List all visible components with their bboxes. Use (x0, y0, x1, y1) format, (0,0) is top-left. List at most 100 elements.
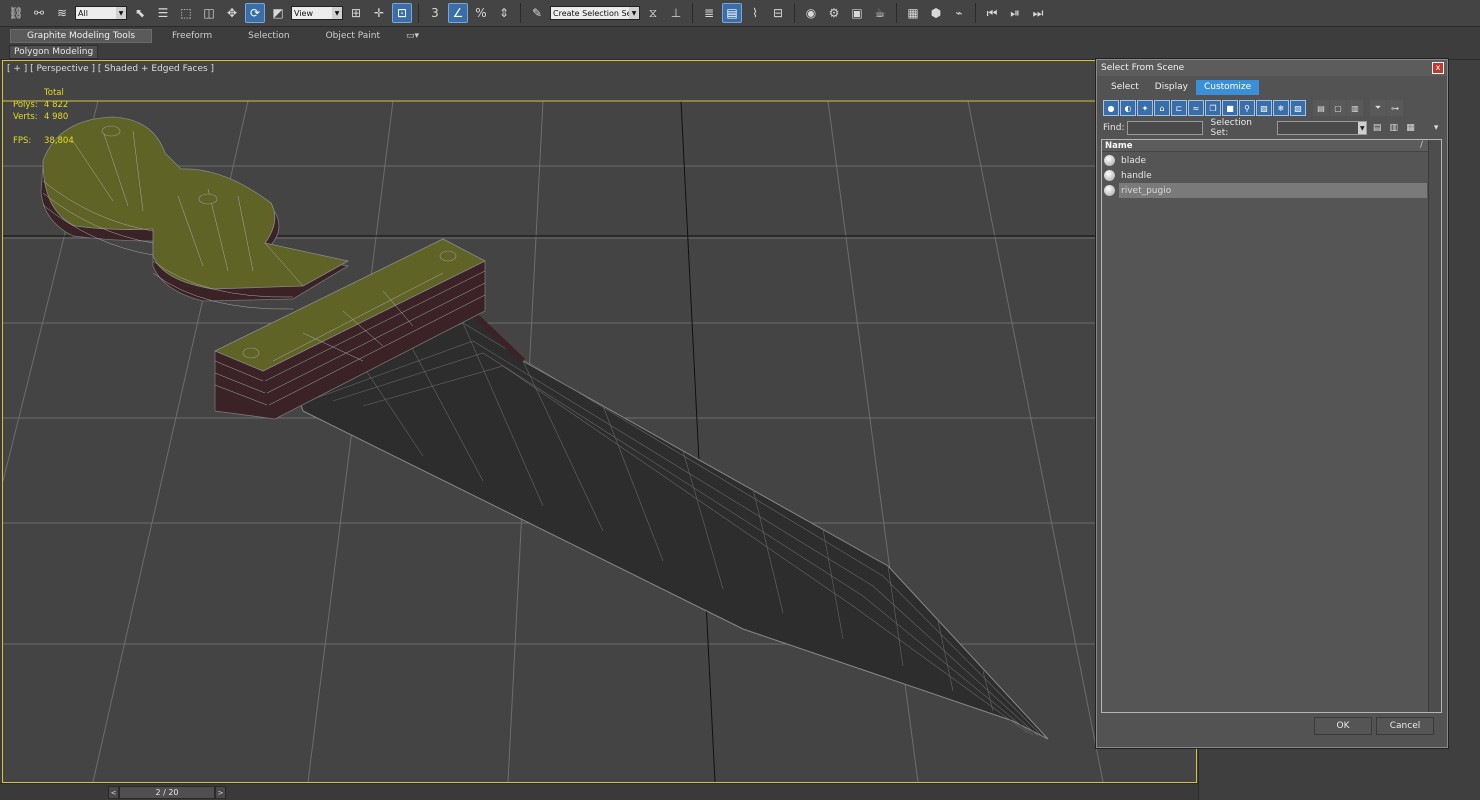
tab-object-paint[interactable]: Object Paint (310, 29, 396, 43)
select-none-icon[interactable]: ▢ (1330, 100, 1346, 116)
select-by-name-icon[interactable]: ☰ (153, 3, 173, 23)
add-to-selection-set-icon[interactable]: ▥ (1387, 121, 1401, 135)
layer-manager-icon[interactable]: ≣ (699, 3, 719, 23)
menu-select[interactable]: Select (1103, 80, 1147, 95)
sort-indicator-icon: / (1420, 140, 1423, 150)
select-all-icon[interactable]: ▤ (1313, 100, 1329, 116)
spinner-snap-icon[interactable]: ⇕ (494, 3, 514, 23)
list-item[interactable]: blade (1103, 153, 1427, 168)
stats-verts-row: Verts: 4 980 (13, 111, 74, 123)
schematic-view-icon[interactable]: ⊟ (768, 3, 788, 23)
keyframe-play-icon[interactable]: ⏯ (1005, 3, 1025, 23)
display-groups-icon[interactable]: ❐ (1205, 100, 1221, 116)
time-next-button[interactable]: > (215, 786, 226, 799)
hierarchy-icon[interactable]: ⊶ (1387, 100, 1403, 116)
menu-display[interactable]: Display (1147, 80, 1196, 95)
render-setup-icon[interactable]: ⚙ (824, 3, 844, 23)
scene-object-list[interactable]: Name / blade handle rivet_pugio (1101, 139, 1442, 713)
time-slider[interactable]: 2 / 20 (119, 786, 215, 799)
stats-polys-value: 4 822 (44, 100, 69, 110)
render-production-icon[interactable]: ☕ (870, 3, 890, 23)
list-item[interactable]: rivet_pugio (1103, 183, 1427, 198)
mirror-icon[interactable]: ⧖ (643, 3, 663, 23)
list-scrollbar[interactable] (1428, 140, 1441, 712)
polygon-modeling-button[interactable]: Polygon Modeling (9, 45, 99, 59)
display-helpers-icon[interactable]: ⊏ (1171, 100, 1187, 116)
dialog-title-bar[interactable]: Select From Scene x (1097, 60, 1447, 76)
display-frozen-icon[interactable]: ❄ (1273, 100, 1289, 116)
ribbon-tabs: Graphite Modeling Tools Freeform Selecti… (0, 27, 1480, 44)
keyboard-shortcut-override-icon[interactable]: ⊡ (392, 3, 412, 23)
stats-verts-label: Verts: (13, 112, 38, 122)
time-slider-frame: 2 / 20 (155, 788, 179, 797)
menu-customize[interactable]: Customize (1195, 79, 1260, 95)
keyframe-forward-icon[interactable]: ⏭ (1028, 3, 1048, 23)
percent-snap-label: % (475, 6, 487, 20)
scene-explorer-icon[interactable]: ▦ (903, 3, 923, 23)
reference-coordinate-dropdown[interactable]: View ▼ (291, 6, 343, 20)
tab-selection[interactable]: Selection (232, 29, 305, 43)
select-from-scene-dialog: Select From Scene x Select Display Custo… (1096, 59, 1448, 748)
graphite-toggle-icon[interactable]: ▤ (722, 3, 742, 23)
display-cameras-icon[interactable]: ⌂ (1154, 100, 1170, 116)
percent-snap-icon[interactable]: % (471, 3, 491, 23)
select-move-icon[interactable]: ✥ (222, 3, 242, 23)
select-rotate-icon[interactable]: ⟳ (245, 3, 265, 23)
angle-snap-icon[interactable]: ∠ (448, 3, 468, 23)
select-object-icon[interactable]: ⬉ (130, 3, 150, 23)
toolbar-divider (794, 3, 795, 23)
main-toolbar: ⛓ ⚯ ≋ All ▼ ⬉ ☰ ⬚ ◫ ✥ ⟳ ◩ View ▼ ⊞ ✛ ⊡ 3… (0, 0, 1480, 27)
select-manipulate-icon[interactable]: ✛ (369, 3, 389, 23)
display-containers-icon[interactable]: ▨ (1256, 100, 1272, 116)
tab-graphite-modeling-tools[interactable]: Graphite Modeling Tools (10, 28, 153, 43)
display-xrefs-icon[interactable]: ■ (1222, 100, 1238, 116)
window-crossing-icon[interactable]: ◫ (199, 3, 219, 23)
edit-named-selection-icon[interactable]: ✎ (527, 3, 547, 23)
display-bones-icon[interactable]: ⚲ (1239, 100, 1255, 116)
time-prev-button[interactable]: < (108, 786, 119, 799)
cancel-button[interactable]: Cancel (1376, 717, 1434, 735)
filter-icon[interactable]: ⏷ (1370, 100, 1386, 116)
ribbon-options-button[interactable]: ▭▾ (400, 29, 425, 43)
list-item[interactable]: handle (1103, 168, 1427, 183)
named-selection-set-dropdown[interactable]: Create Selection Se ▼ (550, 6, 640, 20)
create-selection-set-icon[interactable]: ▤ (1370, 121, 1384, 135)
pivot-center-icon[interactable]: ⊞ (346, 3, 366, 23)
expand-toolbar-icon[interactable]: ▾ (1429, 121, 1443, 135)
list-column-header-name[interactable]: Name / (1102, 140, 1441, 152)
align-icon[interactable]: ⊥ (666, 3, 686, 23)
rendered-frame-window-icon[interactable]: ▣ (847, 3, 867, 23)
display-lights-icon[interactable]: ✦ (1137, 100, 1153, 116)
toolbar-divider (418, 3, 419, 23)
display-geometry-icon[interactable]: ● (1103, 100, 1119, 116)
select-invert-icon[interactable]: ▥ (1347, 100, 1363, 116)
perspective-viewport[interactable]: [ + ] [ Perspective ] [ Shaded + Edged F… (2, 60, 1197, 783)
selection-set-dropdown[interactable]: ▼ (1277, 121, 1368, 135)
display-hidden-icon[interactable]: ▧ (1290, 100, 1306, 116)
keyframe-back-icon[interactable]: ⏮ (982, 3, 1002, 23)
link-icon[interactable]: ⛓ (6, 3, 26, 23)
rect-selection-region-icon[interactable]: ⬚ (176, 3, 196, 23)
tab-freeform[interactable]: Freeform (156, 29, 228, 43)
bind-space-warp-icon[interactable]: ≋ (52, 3, 72, 23)
find-input[interactable] (1127, 121, 1204, 135)
container-icon[interactable]: ⬢ (926, 3, 946, 23)
list-item-name: blade (1121, 155, 1146, 166)
unlink-icon[interactable]: ⚯ (29, 3, 49, 23)
viewport-label[interactable]: [ + ] [ Perspective ] [ Shaded + Edged F… (7, 64, 214, 74)
viewport-stats: Total Polys: 4 822 Verts: 4 980 FPS: 38,… (13, 87, 74, 147)
display-shapes-icon[interactable]: ◐ (1120, 100, 1136, 116)
selection-filter-dropdown[interactable]: All ▼ (75, 6, 127, 20)
curve-editor-icon[interactable]: ⌇ (745, 3, 765, 23)
selection-filter-value: All (78, 8, 88, 18)
remove-from-selection-set-icon[interactable]: ▦ (1404, 121, 1418, 135)
snaps-toggle-icon[interactable]: 3 (425, 3, 445, 23)
material-editor-icon[interactable]: ◉ (801, 3, 821, 23)
display-space-warps-icon[interactable]: ≈ (1188, 100, 1204, 116)
list-column-header-label: Name (1105, 140, 1133, 151)
camera-icon[interactable]: ⌁ (949, 3, 969, 23)
ok-button[interactable]: OK (1314, 717, 1372, 735)
close-icon: x (1435, 63, 1441, 72)
select-scale-icon[interactable]: ◩ (268, 3, 288, 23)
dialog-close-button[interactable]: x (1432, 62, 1444, 74)
